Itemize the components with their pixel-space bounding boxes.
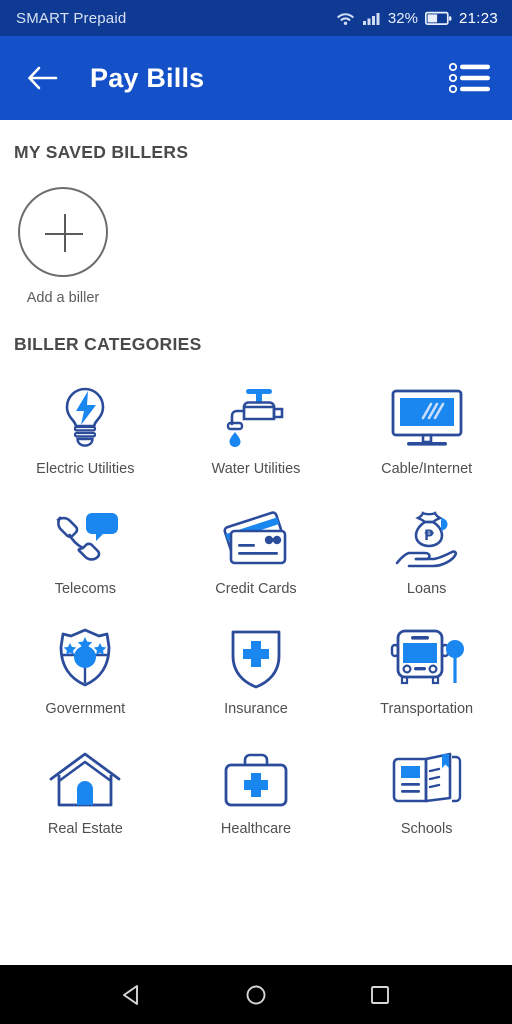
- nav-recents-square-icon: [371, 985, 389, 1004]
- menu-button[interactable]: [448, 61, 492, 95]
- category-healthcare[interactable]: Healthcare: [171, 745, 342, 837]
- category-label: Telecoms: [54, 581, 116, 597]
- category-label: Cable/Internet: [381, 461, 473, 477]
- faucet-droplet-icon: [220, 385, 292, 449]
- category-real-estate[interactable]: Real Estate: [0, 745, 171, 837]
- battery-icon: [424, 11, 452, 25]
- back-button[interactable]: [22, 58, 62, 98]
- saved-billers-heading: MY SAVED BILLERS: [14, 142, 189, 162]
- category-label: Electric Utilities: [36, 461, 135, 477]
- category-cable-internet[interactable]: Cable/Internet: [341, 385, 512, 477]
- category-insurance[interactable]: Insurance: [171, 625, 342, 717]
- biller-categories-heading: BILLER CATEGORIES: [14, 334, 202, 354]
- category-telecoms[interactable]: Telecoms: [0, 505, 171, 597]
- category-label: Insurance: [224, 701, 288, 717]
- category-label: Transportation: [380, 701, 474, 717]
- shield-stars-icon: [51, 625, 119, 689]
- category-electric-utilities[interactable]: Electric Utilities: [0, 385, 171, 477]
- list-menu-icon: [449, 62, 490, 94]
- nav-home-button[interactable]: [236, 975, 276, 1015]
- category-schools[interactable]: Schools: [341, 745, 512, 837]
- nav-back-button[interactable]: [112, 975, 152, 1015]
- hand-money-bag-icon: ₱: [389, 505, 465, 569]
- category-label: Healthcare: [220, 821, 292, 837]
- credit-cards-icon: [217, 505, 295, 569]
- category-government[interactable]: Government: [0, 625, 171, 717]
- category-transportation[interactable]: Transportation: [341, 625, 512, 717]
- status-bar: SMART Prepaid 32% 21:23: [0, 0, 512, 36]
- category-label: Real Estate: [47, 821, 123, 837]
- phone-chat-icon: [48, 505, 122, 569]
- nav-home-circle-icon: [246, 985, 266, 1004]
- page-title: Pay Bills: [90, 62, 205, 93]
- battery-percent-label: 32%: [387, 9, 418, 27]
- add-biller-button[interactable]: Add a biller: [0, 187, 112, 306]
- wifi-icon: [336, 13, 354, 25]
- nav-recents-button[interactable]: [360, 975, 400, 1015]
- medical-kit-icon: [221, 745, 291, 809]
- clock-label: 21:23: [458, 9, 498, 27]
- add-biller-label: Add a biller: [26, 290, 100, 306]
- shield-cross-icon: [225, 625, 287, 689]
- category-label: Schools: [400, 821, 453, 837]
- category-label: Government: [45, 701, 126, 717]
- svg-text:₱: ₱: [424, 528, 434, 544]
- house-icon: [47, 745, 123, 809]
- plus-icon: [18, 187, 108, 277]
- category-label: Loans: [406, 581, 447, 597]
- open-book-icon: [390, 745, 464, 809]
- category-water-utilities[interactable]: Water Utilities: [171, 385, 342, 477]
- bus-icon: [388, 625, 466, 689]
- category-loans[interactable]: ₱ Loans: [341, 505, 512, 597]
- signal-bars-icon: [362, 13, 380, 25]
- android-navigation-bar: [0, 965, 512, 1024]
- monitor-icon: [389, 385, 465, 449]
- app-bar: Pay Bills: [0, 36, 512, 120]
- category-label: Water Utilities: [211, 461, 301, 477]
- page-content: MY SAVED BILLERS Add a biller BILLER CAT…: [0, 120, 512, 965]
- biller-categories-grid: Electric Utilities Water Utilities Cable…: [0, 385, 512, 837]
- back-arrow-icon: [28, 66, 58, 90]
- lightbulb-bolt-icon: [55, 385, 115, 449]
- carrier-label: SMART Prepaid: [16, 9, 127, 27]
- category-credit-cards[interactable]: Credit Cards: [171, 505, 342, 597]
- category-label: Credit Cards: [215, 581, 297, 597]
- nav-back-triangle-icon: [123, 984, 138, 1005]
- status-icons: 32% 21:23: [336, 10, 498, 27]
